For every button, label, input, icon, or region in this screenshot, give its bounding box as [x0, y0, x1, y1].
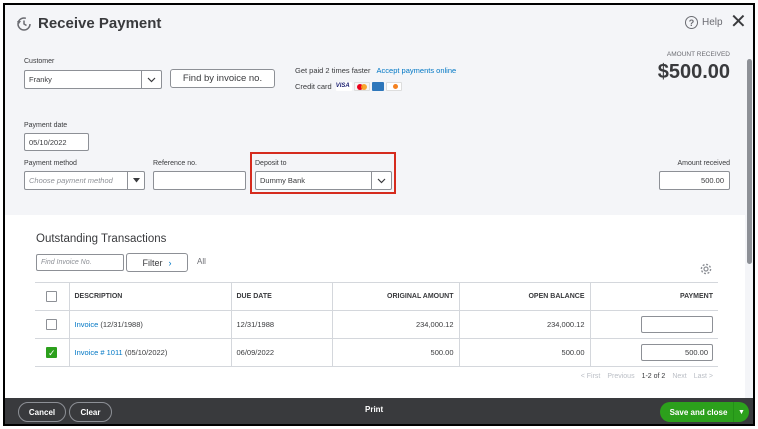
amex-icon — [371, 82, 384, 91]
chevron-down-icon[interactable] — [371, 172, 391, 189]
customer-label: Customer — [24, 58, 55, 65]
save-and-close-button[interactable]: Save and close ▼ — [660, 402, 749, 422]
row-due-date: 12/31/1988 — [230, 310, 332, 339]
row-description: Invoice (12/31/1988) — [68, 310, 231, 339]
accept-payments-link[interactable]: Accept payments online — [377, 66, 457, 75]
col-open-balance: OPEN BALANCE — [458, 282, 590, 311]
page-title: Receive Payment — [38, 15, 162, 32]
chevron-right-icon: › — [168, 257, 172, 268]
reference-label: Reference no. — [153, 160, 197, 167]
payment-date-input[interactable]: 05/10/2022 — [24, 133, 89, 151]
pagination-previous[interactable]: Previous — [607, 373, 634, 380]
pagination-next[interactable]: Next — [672, 373, 686, 380]
pagination: < First Previous 1-2 of 2 Next Last > — [545, 373, 713, 380]
row-payment-input[interactable]: 500.00 — [641, 344, 713, 361]
invoice-date-text: (05/10/2022) — [122, 348, 168, 357]
payments-promo: Get paid 2 times faster Accept payments … — [295, 66, 456, 75]
customer-select[interactable]: Franky — [24, 70, 162, 89]
scrollbar-thumb[interactable] — [747, 59, 752, 264]
outstanding-title: Outstanding Transactions — [36, 233, 167, 245]
clear-button[interactable]: Clear — [69, 402, 112, 422]
chevron-down-icon[interactable] — [141, 71, 161, 88]
pagination-last[interactable]: Last > — [694, 373, 713, 380]
help-link[interactable]: ? Help — [685, 16, 723, 29]
discover-icon — [385, 82, 402, 91]
col-original-amount: ORIGINAL AMOUNT — [331, 282, 459, 311]
customer-value: Franky — [29, 75, 52, 84]
row-description: Invoice # 1011 (05/10/2022) — [68, 338, 231, 367]
save-and-close-label: Save and close — [669, 407, 728, 417]
payment-method-placeholder: Choose payment method — [29, 176, 113, 185]
deposit-to-select[interactable]: Dummy Bank — [255, 171, 392, 190]
cancel-button[interactable]: Cancel — [18, 402, 66, 422]
caret-down-icon[interactable] — [127, 172, 144, 189]
help-label: Help — [702, 17, 723, 28]
invoice-date-text: (12/31/1988) — [98, 320, 143, 329]
close-icon[interactable]: ✕ — [730, 12, 747, 32]
credit-card-label: Credit card — [295, 82, 332, 91]
col-payment: PAYMENT — [589, 282, 718, 311]
amount-received-total: $500.00 — [657, 61, 730, 83]
history-icon[interactable] — [16, 16, 32, 32]
caret-down-icon[interactable]: ▼ — [733, 402, 749, 422]
row-checkbox[interactable] — [46, 319, 58, 330]
amount-received-top-label: AMOUNT RECEIVED — [666, 51, 730, 58]
filter-label: Filter — [142, 257, 163, 268]
receive-payment-window: Receive Payment ? Help ✕ Customer Franky… — [3, 3, 755, 426]
invoice-link[interactable]: Invoice # 1011 — [75, 348, 123, 357]
gear-icon[interactable] — [700, 263, 712, 275]
all-label: All — [197, 257, 206, 266]
payment-method-label: Payment method — [24, 160, 77, 167]
row-open-balance: 234,000.12 — [458, 310, 590, 339]
row-payment-input[interactable] — [641, 316, 713, 333]
table-row: Invoice (12/31/1988) 12/31/1988 234,000.… — [35, 310, 718, 339]
deposit-to-label: Deposit to — [255, 160, 287, 167]
invoice-link[interactable]: Invoice — [75, 320, 99, 329]
find-by-invoice-button[interactable]: Find by invoice no. — [170, 69, 275, 88]
pagination-first[interactable]: < First — [581, 373, 601, 380]
amount-received-input[interactable]: 500.00 — [659, 171, 730, 190]
reference-input[interactable] — [153, 171, 246, 190]
mastercard-icon — [353, 82, 370, 91]
find-invoice-input[interactable]: Find Invoice No. — [36, 254, 124, 271]
deposit-to-value: Dummy Bank — [260, 176, 306, 185]
row-due-date: 06/09/2022 — [230, 338, 332, 367]
table-row: ✓ Invoice # 1011 (05/10/2022) 06/09/2022… — [35, 338, 718, 367]
col-description: DESCRIPTION — [68, 282, 231, 311]
filter-button[interactable]: Filter › — [126, 253, 188, 272]
transactions-table: DESCRIPTION DUE DATE ORIGINAL AMOUNT OPE… — [35, 282, 718, 367]
amount-received-label: Amount received — [677, 160, 730, 167]
row-open-balance: 500.00 — [458, 338, 590, 367]
print-button[interactable]: Print — [365, 405, 383, 414]
table-header-row: DESCRIPTION DUE DATE ORIGINAL AMOUNT OPE… — [35, 282, 718, 311]
credit-card-row: Credit card VISA — [295, 82, 402, 91]
row-checkbox-checked[interactable]: ✓ — [46, 347, 58, 358]
row-original-amount: 500.00 — [331, 338, 459, 367]
select-all-checkbox[interactable] — [46, 291, 58, 302]
row-original-amount: 234,000.12 — [331, 310, 459, 339]
visa-icon: VISA — [335, 82, 352, 91]
payment-method-select[interactable]: Choose payment method — [24, 171, 145, 190]
help-icon: ? — [685, 16, 698, 29]
promo-text: Get paid 2 times faster — [295, 66, 371, 75]
col-due-date: DUE DATE — [230, 282, 332, 311]
pagination-range: 1-2 of 2 — [641, 373, 666, 380]
payment-date-label: Payment date — [24, 122, 68, 129]
